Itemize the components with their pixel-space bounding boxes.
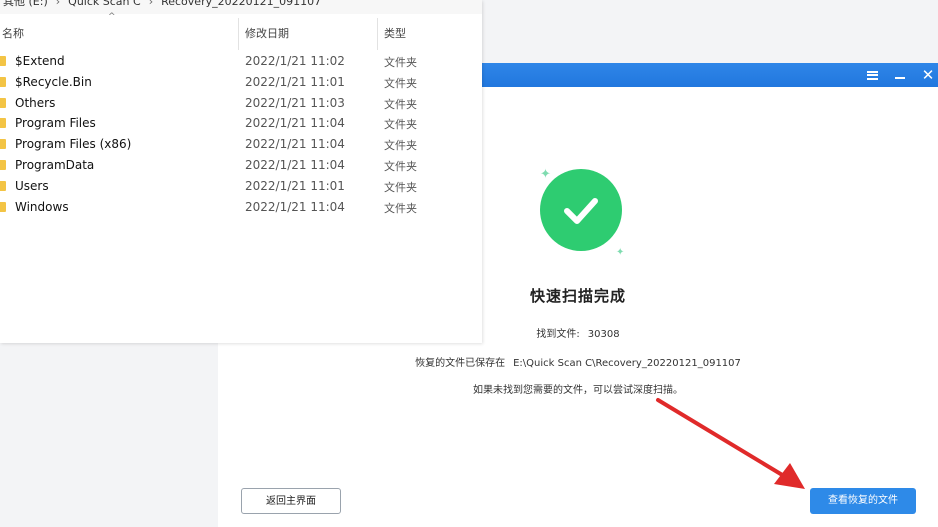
file-name: Program Files (x86) xyxy=(15,137,132,152)
check-circle-icon xyxy=(540,169,622,251)
file-type: 文件夹 xyxy=(384,139,417,153)
folder-icon xyxy=(0,139,6,150)
minimize-line xyxy=(895,77,905,79)
menu-icon[interactable] xyxy=(860,63,884,87)
column-type-header[interactable]: 类型 xyxy=(384,25,406,41)
saved-location-line: 恢复的文件已保存在 E:\Quick Scan C\Recovery_202201… xyxy=(218,354,938,369)
deep-scan-hint: 如果未找到您需要的文件，可以尝试深度扫描。 xyxy=(473,385,683,396)
view-recovered-files-button[interactable]: 查看恢复的文件 xyxy=(810,488,916,514)
chevron-right-icon: › xyxy=(148,0,154,8)
file-date: 2022/1/21 11:04 xyxy=(245,199,345,214)
list-item[interactable]: Program Files 2022/1/21 11:04 文件夹 xyxy=(0,113,482,134)
sort-ascending-icon: ^ xyxy=(108,12,116,22)
breadcrumb-item[interactable]: 其他 (E:) xyxy=(3,0,48,8)
folder-icon xyxy=(0,201,6,212)
column-header: ^ 名称 修改日期 类型 xyxy=(0,12,482,50)
saved-location-path: E:\Quick Scan C\Recovery_20220121_091107 xyxy=(513,358,741,369)
close-glyph: ✕ xyxy=(921,66,935,84)
file-name: Others xyxy=(15,95,56,110)
list-item[interactable]: ProgramData 2022/1/21 11:04 文件夹 xyxy=(0,155,482,176)
file-type: 文件夹 xyxy=(384,180,417,194)
list-item[interactable]: Others 2022/1/21 11:03 文件夹 xyxy=(0,93,482,114)
breadcrumb: 其他 (E:) › Quick Scan C › Recovery_20220121_0… xyxy=(0,0,482,14)
breadcrumb-item[interactable]: Quick Scan C xyxy=(68,0,141,8)
file-date: 2022/1/21 11:04 xyxy=(245,157,345,172)
chevron-right-icon: › xyxy=(55,0,61,8)
file-name: Program Files xyxy=(15,116,96,131)
check-mark xyxy=(564,198,598,224)
list-item[interactable]: $Recycle.Bin 2022/1/21 11:01 文件夹 xyxy=(0,72,482,93)
column-divider[interactable] xyxy=(238,18,239,50)
list-item[interactable]: Users 2022/1/21 11:01 文件夹 xyxy=(0,176,482,197)
file-date: 2022/1/21 11:04 xyxy=(245,116,345,131)
menu-lines xyxy=(866,70,878,80)
file-date: 2022/1/21 11:04 xyxy=(245,137,345,152)
back-to-home-button[interactable]: 返回主界面 xyxy=(241,488,341,514)
file-date: 2022/1/21 11:02 xyxy=(245,54,345,68)
folder-icon xyxy=(0,118,6,129)
breadcrumb-item[interactable]: Recovery_20220121_091107 xyxy=(161,0,321,8)
close-icon[interactable]: ✕ xyxy=(916,63,938,87)
file-explorer-window: 其他 (E:) › Quick Scan C › Recovery_20220121_0… xyxy=(0,0,482,343)
file-type: 文件夹 xyxy=(384,201,417,215)
saved-location-label: 恢复的文件已保存在 xyxy=(415,358,506,369)
file-name: Windows xyxy=(15,199,69,214)
file-type: 文件夹 xyxy=(384,159,417,173)
minimize-icon[interactable] xyxy=(888,63,912,87)
file-type: 文件夹 xyxy=(384,118,417,132)
found-files-label: 找到文件: xyxy=(536,329,580,340)
file-date: 2022/1/21 11:01 xyxy=(245,74,345,89)
file-type: 文件夹 xyxy=(384,76,417,90)
breadcrumb-items: 其他 (E:) › Quick Scan C › Recovery_20220121_0… xyxy=(3,0,321,9)
file-type: 文件夹 xyxy=(384,97,417,111)
column-divider[interactable] xyxy=(377,18,378,50)
column-date-header[interactable]: 修改日期 xyxy=(245,25,289,41)
folder-icon xyxy=(0,97,6,108)
list-item[interactable]: Windows 2022/1/21 11:04 文件夹 xyxy=(0,197,482,218)
found-files-count: 30308 xyxy=(587,329,620,340)
file-name: $Extend xyxy=(15,54,65,68)
file-type: 文件夹 xyxy=(384,56,417,69)
folder-icon xyxy=(0,180,6,191)
list-item[interactable]: Program Files (x86) 2022/1/21 11:04 文件夹 xyxy=(0,134,482,155)
file-date: 2022/1/21 11:01 xyxy=(245,178,345,193)
folder-icon xyxy=(0,56,6,66)
sparkle-icon: ✦ xyxy=(616,247,625,258)
file-name: Users xyxy=(15,178,49,193)
column-name-header[interactable]: 名称 xyxy=(2,25,24,41)
file-list: $Extend 2022/1/21 11:02 文件夹 $Recycle.Bin… xyxy=(0,51,482,217)
screen: ✕ ✦ ✦ 快速扫描完成 找到文件: 30308 恢复的文件已保存在 E:\Quic… xyxy=(0,0,938,527)
file-name: ProgramData xyxy=(15,157,95,172)
folder-icon xyxy=(0,76,6,87)
sparkle-icon: ✦ xyxy=(540,167,551,182)
list-item[interactable]: $Extend 2022/1/21 11:02 文件夹 xyxy=(0,51,482,72)
file-date: 2022/1/21 11:03 xyxy=(245,95,345,110)
folder-icon xyxy=(0,159,6,170)
file-name: $Recycle.Bin xyxy=(15,74,92,89)
